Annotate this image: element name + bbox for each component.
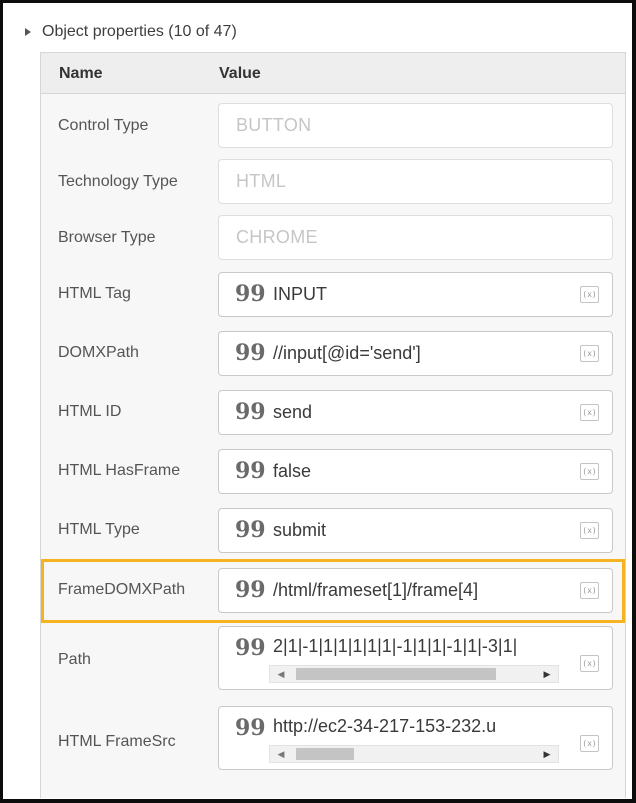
path-value[interactable]: 2|1|-1|1|1|1|1|1|-1|1|1|-1|1|-3|1| <box>273 636 558 657</box>
control-type-field: BUTTON <box>218 103 613 148</box>
html-id-value[interactable]: send <box>273 402 312 423</box>
quote-icon: 99 <box>235 517 266 543</box>
variable-icon[interactable]: (x) <box>580 582 599 599</box>
domxpath-field[interactable]: 99 //input[@id='send'] (x) <box>218 331 613 376</box>
quote-icon: 99 <box>235 715 266 741</box>
path-field[interactable]: 99 2|1|-1|1|1|1|1|1|-1|1|1|-1|1|-3|1| ◀ … <box>218 626 613 690</box>
variable-icon[interactable]: (x) <box>580 345 599 362</box>
variable-icon[interactable]: (x) <box>580 655 599 672</box>
framesrc-horizontal-scrollbar[interactable]: ◀ ▶ <box>269 745 559 763</box>
section-title: Object properties (10 of 47) <box>42 23 237 40</box>
expand-caret-icon[interactable] <box>25 28 31 36</box>
browser-type-value: CHROME <box>236 227 318 247</box>
framedomxpath-field[interactable]: 99 /html/frameset[1]/frame[4] (x) <box>218 568 613 613</box>
scroll-left-icon[interactable]: ◀ <box>272 746 290 762</box>
row-label-html-tag: HTML Tag <box>58 285 131 302</box>
row-label-framedomxpath: FrameDOMXPath <box>58 581 186 598</box>
html-framesrc-field[interactable]: 99 http://ec2-34-217-153-232.u ◀ ▶ (x) <box>218 706 613 770</box>
quote-icon: 99 <box>235 458 266 484</box>
variable-icon[interactable]: (x) <box>580 463 599 480</box>
technology-type-value: HTML <box>236 171 287 191</box>
row-label-html-type: HTML Type <box>58 521 140 538</box>
row-label-path: Path <box>58 651 91 668</box>
column-value-header: Value <box>219 65 261 82</box>
scroll-right-icon[interactable]: ▶ <box>538 746 556 762</box>
html-type-value[interactable]: submit <box>273 520 326 541</box>
scrollbar-thumb[interactable] <box>296 748 354 760</box>
row-label-html-hasframe: HTML HasFrame <box>58 462 181 479</box>
variable-icon[interactable]: (x) <box>580 286 599 303</box>
framedomxpath-value[interactable]: /html/frameset[1]/frame[4] <box>273 580 478 601</box>
html-type-field[interactable]: 99 submit (x) <box>218 508 613 553</box>
column-name-header: Name <box>59 65 103 82</box>
html-framesrc-value[interactable]: http://ec2-34-217-153-232.u <box>273 716 558 737</box>
row-label-html-framesrc: HTML FrameSrc <box>58 733 176 750</box>
row-label-browser-type: Browser Type <box>58 229 156 246</box>
scroll-left-icon[interactable]: ◀ <box>272 666 290 682</box>
quote-icon: 99 <box>235 281 266 307</box>
column-header-row: Name Value <box>40 52 626 94</box>
row-label-technology-type: Technology Type <box>58 173 178 190</box>
domxpath-value[interactable]: //input[@id='send'] <box>273 343 421 364</box>
variable-icon[interactable]: (x) <box>580 735 599 752</box>
html-hasframe-field[interactable]: 99 false (x) <box>218 449 613 494</box>
row-label-html-id: HTML ID <box>58 403 122 420</box>
quote-icon: 99 <box>235 340 266 366</box>
scrollbar-thumb[interactable] <box>296 668 496 680</box>
html-tag-value[interactable]: INPUT <box>273 284 327 305</box>
row-label-domxpath: DOMXPath <box>58 344 139 361</box>
variable-icon[interactable]: (x) <box>580 404 599 421</box>
technology-type-field: HTML <box>218 159 613 204</box>
html-id-field[interactable]: 99 send (x) <box>218 390 613 435</box>
object-properties-header[interactable]: Object properties (10 of 47) <box>25 20 237 44</box>
path-horizontal-scrollbar[interactable]: ◀ ▶ <box>269 665 559 683</box>
html-tag-field[interactable]: 99 INPUT (x) <box>218 272 613 317</box>
quote-icon: 99 <box>235 399 266 425</box>
variable-icon[interactable]: (x) <box>580 522 599 539</box>
row-label-control-type: Control Type <box>58 117 149 134</box>
scroll-right-icon[interactable]: ▶ <box>538 666 556 682</box>
browser-type-field: CHROME <box>218 215 613 260</box>
html-hasframe-value[interactable]: false <box>273 461 311 482</box>
quote-icon: 99 <box>235 635 266 661</box>
quote-icon: 99 <box>235 577 266 603</box>
control-type-value: BUTTON <box>236 115 312 135</box>
